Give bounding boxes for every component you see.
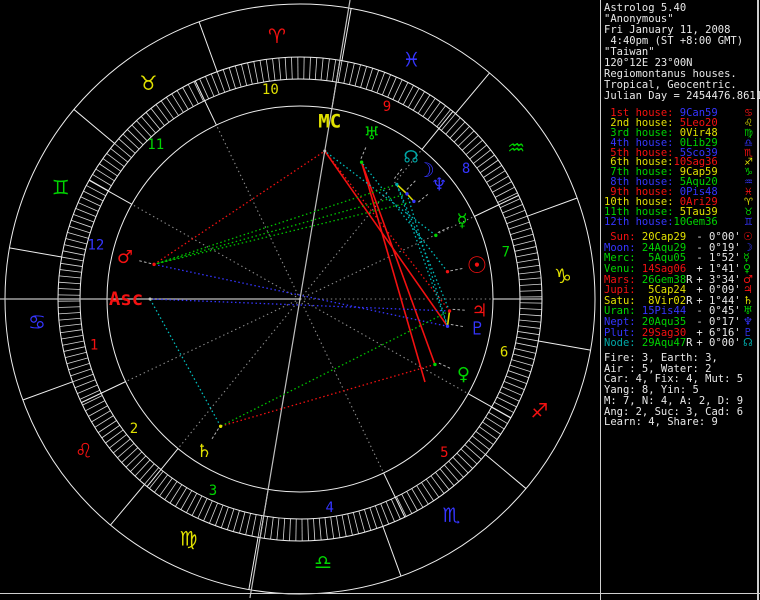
house-number-11: 11 (147, 137, 164, 153)
cancer-sign-icon: ♋ (28, 310, 46, 334)
planet-dot-jupiter (447, 309, 452, 313)
house-number-8: 8 (462, 161, 470, 177)
house-number-4: 4 (325, 500, 333, 516)
planet-dot-saturn (218, 424, 223, 428)
house-number-7: 7 (502, 245, 510, 261)
pluto-glyph-icon: ♇ (469, 318, 485, 339)
planet-dot-neptune (412, 199, 416, 204)
house-cusp-list: 1st house: 9Can59 ♋ 2nd house: 5Leo20 ♌ 3rd ho… (604, 108, 753, 228)
house-number-9: 9 (383, 99, 391, 115)
house-number-6: 6 (500, 345, 508, 361)
sun-glyph-icon: ☉ (467, 253, 488, 279)
planet-dot-moon (405, 192, 409, 196)
stat-line: Learn: 4, Share: 9 (604, 416, 718, 429)
house-number-1: 1 (90, 337, 98, 353)
planet-dot-sun (445, 269, 450, 274)
planet-dot-node (395, 182, 399, 187)
scorpio-sign-icon: ♏ (443, 503, 461, 527)
house-number-10: 10 (262, 82, 279, 98)
sagittarius-sign-icon: ♐ (530, 399, 548, 423)
planet-markers: ☉☽☿♀♂♃♄♅♆♇☊ (117, 123, 488, 461)
leo-sign-icon: ♌ (75, 438, 93, 462)
natal-chart-wheel: AscMC☉☽☿♀♂♃♄♅♆♇☊♈♉♊♋♌♍♎♏♐♑♒♓123456789101… (0, 0, 596, 599)
svg-text:Asc: Asc (109, 288, 143, 310)
saturn-glyph-icon: ♄ (196, 441, 212, 462)
mercury-glyph-icon: ☿ (457, 210, 468, 231)
house-number-12: 12 (87, 237, 104, 253)
house-row: 12th house:10Gem36 ♊ (604, 215, 753, 228)
mars-glyph-icon: ♂ (117, 247, 133, 268)
astrolog-window: Asc MC ☉ ☽ ☿ ♀ ♂ ♃ ♄ ♅ ♆ ♇ ☊ ♈ ♉ ♊ ♋ ♌ ♍ ♎ ♏ ♐ ♑ ♒ ♓ 1 2 3 4 5 6 7 8 9 10 1… (0, 0, 760, 600)
virgo-sign-icon: ♍ (180, 526, 198, 550)
planet-dot-pluto (445, 324, 450, 328)
planet-dot-mars (152, 262, 156, 267)
pisces-sign-icon: ♓ (403, 48, 421, 72)
chart-axes (0, 0, 351, 599)
svg-text:MC: MC (318, 110, 341, 132)
planet-row: Node: 29Aqu47R + 0°00' ☊ (604, 336, 753, 350)
house-number-5: 5 (440, 445, 448, 461)
taurus-sign-icon: ♉ (140, 71, 158, 95)
capricorn-sign-icon: ♑ (554, 264, 572, 288)
planet-dot-venus (433, 362, 437, 367)
sign-icon: ♊ (744, 216, 753, 228)
uranus-glyph-icon: ♅ (364, 123, 380, 144)
header-line: Julian Day = 2454476.8611 (604, 90, 760, 102)
angle-markers: Asc MC (109, 110, 341, 310)
planet-dot-mercury (434, 233, 438, 238)
venus-glyph-icon: ♀ (457, 364, 470, 385)
planet-dot-uranus (359, 160, 364, 164)
element-stats: Fire: 3, Earth: 3, Air : 5, Water: 2 Car: … (604, 353, 743, 428)
gemini-sign-icon: ♊ (52, 175, 70, 199)
stat-line: M: 7, N: 4, A: 2, D: 9 (604, 394, 744, 407)
aquarius-sign-icon: ♒ (507, 136, 525, 160)
planet-icon: ☊ (743, 336, 753, 350)
house-number-3: 3 (209, 483, 217, 499)
aspect-lines (149, 150, 451, 427)
libra-sign-icon: ♎ (314, 550, 332, 574)
house-number-2: 2 (130, 421, 138, 437)
neptune-glyph-icon: ♆ (431, 174, 447, 195)
info-panel: Astrolog 5.40 "Anonymous" Fri January 11, … (600, 0, 760, 600)
planet-position-list: Sun: 20Cap29- 0°00' ☉ Moon: 24Aqu29- 0°19' ☽ M… (604, 231, 753, 350)
aries-sign-icon: ♈ (268, 24, 286, 48)
planet-row: Venu: 14Sag06 + 1°41' ♀ (604, 261, 752, 275)
node-glyph-icon: ☊ (403, 147, 418, 167)
chart-header: Astrolog 5.40 "Anonymous" Fri January 11, … (604, 3, 760, 102)
